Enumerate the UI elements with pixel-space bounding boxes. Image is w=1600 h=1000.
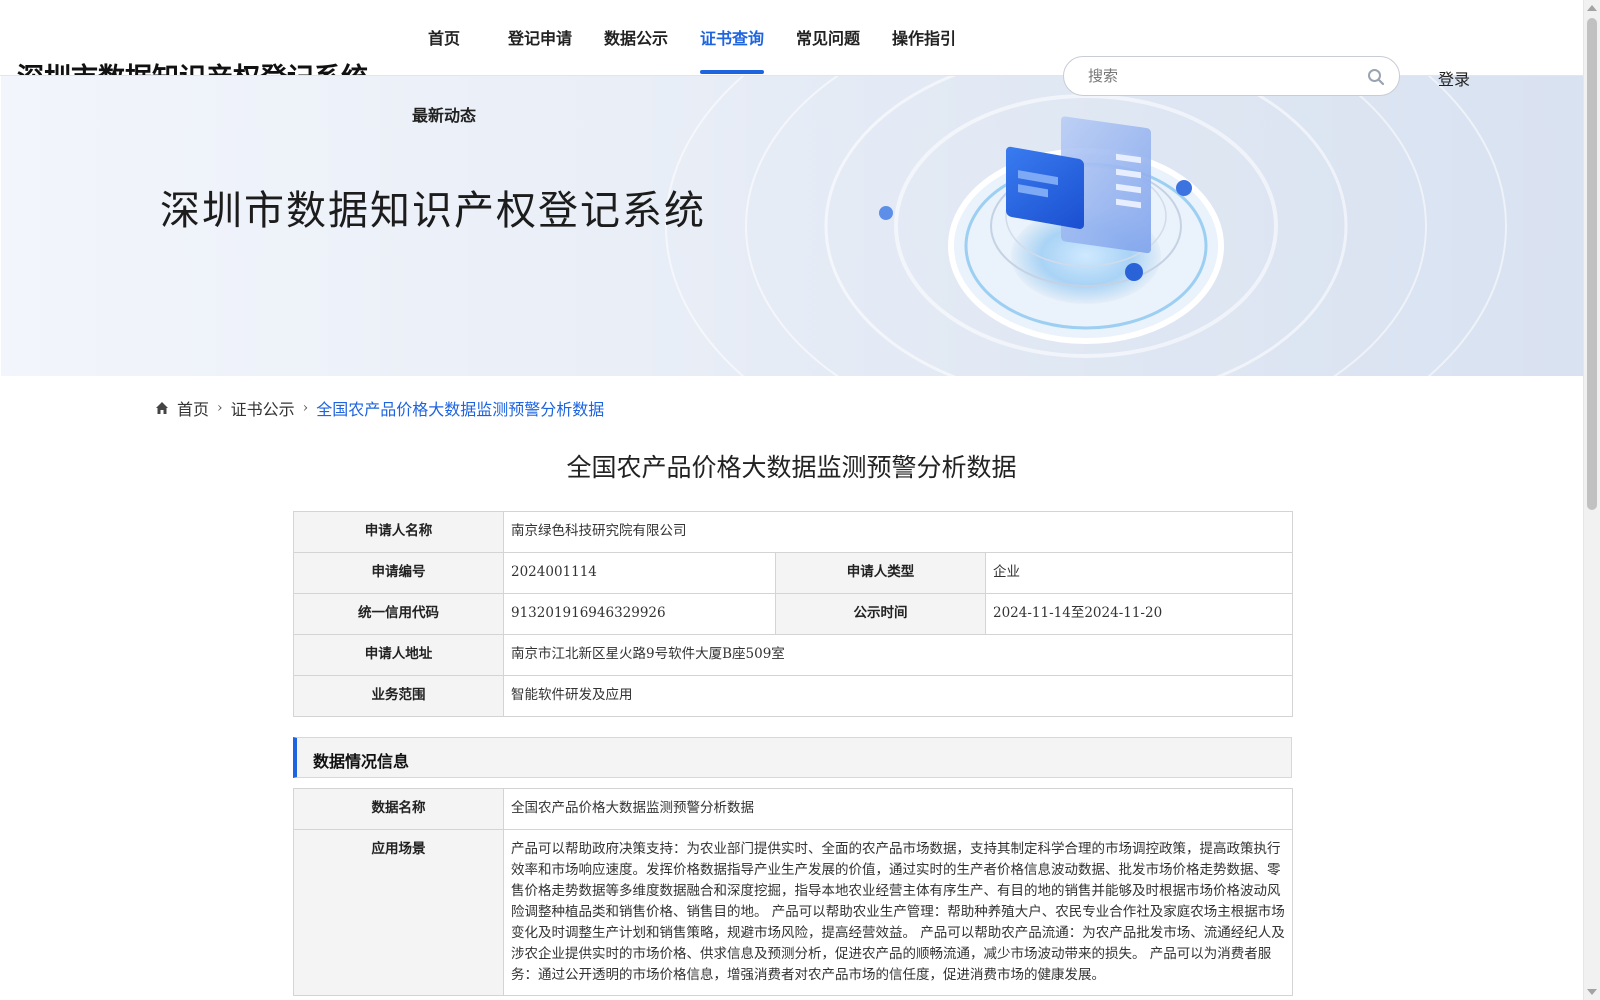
breadcrumb: 首页 › 证书公示 › 全国农产品价格大数据监测预警分析数据 bbox=[155, 396, 604, 420]
nav-active-indicator bbox=[700, 70, 764, 74]
nav-faq[interactable]: 常见问题 bbox=[796, 25, 860, 49]
table-row: 申请人名称 南京绿色科技研究院有限公司 bbox=[293, 511, 1293, 553]
nav-home[interactable]: 首页 bbox=[428, 25, 460, 49]
breadcrumb-certificate-publicity[interactable]: 证书公示 bbox=[231, 396, 295, 420]
nav-data-publicity[interactable]: 数据公示 bbox=[604, 25, 668, 49]
chevron-right-icon: › bbox=[302, 400, 309, 416]
applicant-address-label: 申请人地址 bbox=[293, 634, 504, 676]
search-icon[interactable] bbox=[1367, 68, 1385, 86]
data-info-table: 数据名称 全国农产品价格大数据监测预警分析数据 应用场景 产品可以帮助政府决策支… bbox=[293, 788, 1293, 996]
hero-banner: 深圳市数据知识产权登记系统 bbox=[1, 76, 1583, 376]
banner-title: 深圳市数据知识产权登记系统 bbox=[160, 188, 706, 234]
application-scenario-label: 应用场景 bbox=[293, 829, 504, 996]
scrollbar-thumb[interactable] bbox=[1587, 18, 1597, 510]
business-scope-label: 业务范围 bbox=[293, 675, 504, 717]
applicant-type-value: 企业 bbox=[985, 552, 1293, 594]
nav-latest-news[interactable]: 最新动态 bbox=[412, 102, 476, 126]
chevron-right-icon: › bbox=[217, 400, 223, 416]
home-icon[interactable] bbox=[155, 401, 169, 415]
applicant-address-value: 南京市江北新区星火路9号软件大厦B座509室 bbox=[503, 634, 1293, 676]
applicant-type-label: 申请人类型 bbox=[775, 552, 986, 594]
publish-time-value: 2024-11-14至2024-11-20 bbox=[985, 593, 1293, 635]
applicant-info-table: 申请人名称 南京绿色科技研究院有限公司 申请编号 2024001114 申请人类… bbox=[293, 511, 1293, 717]
search-input[interactable] bbox=[1088, 65, 1348, 87]
business-scope-value: 智能软件研发及应用 bbox=[503, 675, 1293, 717]
scroll-down-arrow-icon[interactable] bbox=[1587, 989, 1597, 995]
table-row: 业务范围 智能软件研发及应用 bbox=[293, 675, 1293, 717]
nav-certificate-query[interactable]: 证书查询 bbox=[700, 25, 764, 49]
nav-guide[interactable]: 操作指引 bbox=[892, 25, 956, 49]
application-number-label: 申请编号 bbox=[293, 552, 504, 594]
nav-register-apply[interactable]: 登记申请 bbox=[508, 25, 572, 49]
data-name-value: 全国农产品价格大数据监测预警分析数据 bbox=[503, 788, 1293, 830]
vertical-scrollbar[interactable] bbox=[1583, 0, 1600, 1000]
section-heading-text: 数据情况信息 bbox=[313, 752, 410, 771]
breadcrumb-current[interactable]: 全国农产品价格大数据监测预警分析数据 bbox=[316, 396, 604, 420]
table-row: 申请编号 2024001114 申请人类型 企业 bbox=[293, 552, 1293, 594]
application-number-value: 2024001114 bbox=[503, 552, 776, 594]
credit-code-value: 913201916946329926 bbox=[503, 593, 776, 635]
applicant-name-value: 南京绿色科技研究院有限公司 bbox=[503, 511, 1293, 553]
table-row: 应用场景 产品可以帮助政府决策支持：为农业部门提供实时、全面的农产品市场数据，支… bbox=[293, 829, 1293, 996]
data-info-section-heading: 数据情况信息 bbox=[293, 737, 1292, 778]
breadcrumb-home[interactable]: 首页 bbox=[177, 396, 209, 420]
scroll-up-arrow-icon[interactable] bbox=[1587, 5, 1597, 11]
table-row: 统一信用代码 913201916946329926 公示时间 2024-11-1… bbox=[293, 593, 1293, 635]
table-row: 数据名称 全国农产品价格大数据监测预警分析数据 bbox=[293, 788, 1293, 830]
table-row: 申请人地址 南京市江北新区星火路9号软件大厦B座509室 bbox=[293, 634, 1293, 676]
data-name-label: 数据名称 bbox=[293, 788, 504, 830]
login-link[interactable]: 登录 bbox=[1438, 66, 1470, 90]
credit-code-label: 统一信用代码 bbox=[293, 593, 504, 635]
application-scenario-value: 产品可以帮助政府决策支持：为农业部门提供实时、全面的农产品市场数据，支持其制定科… bbox=[503, 829, 1293, 996]
page-title: 全国农产品价格大数据监测预警分析数据 bbox=[566, 453, 1017, 482]
search-box[interactable] bbox=[1063, 56, 1400, 96]
publish-time-label: 公示时间 bbox=[775, 593, 986, 635]
applicant-name-label: 申请人名称 bbox=[293, 511, 504, 553]
